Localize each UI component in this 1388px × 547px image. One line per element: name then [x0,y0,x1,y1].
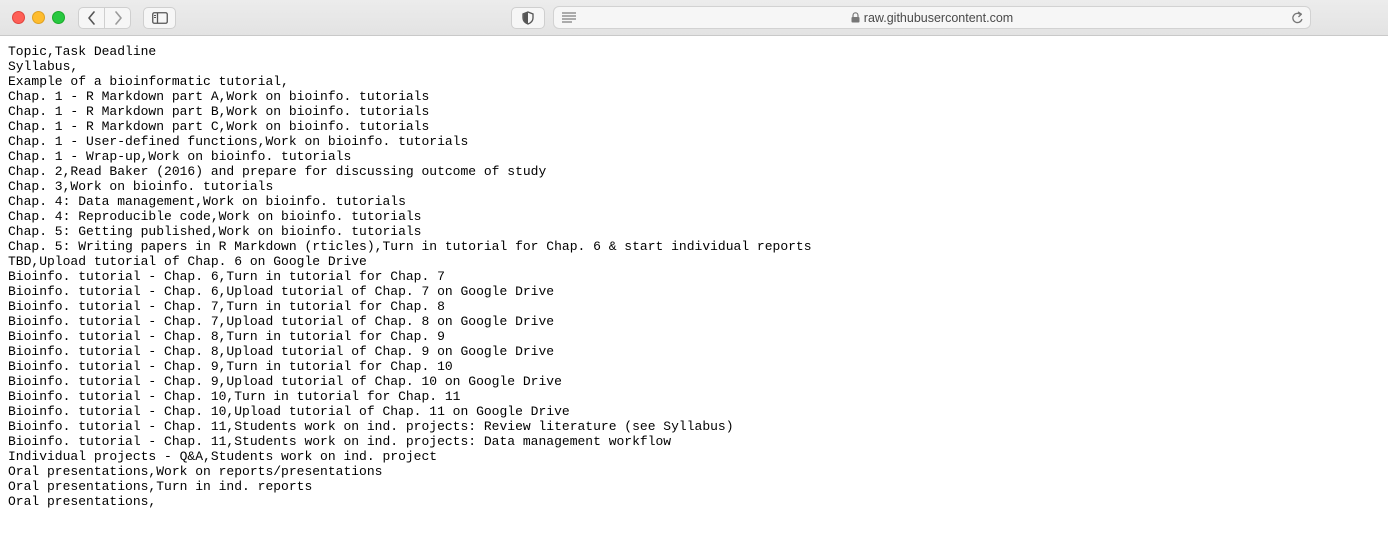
text-line: Chap. 2,Read Baker (2016) and prepare fo… [8,164,547,179]
sidebar-icon [151,12,168,24]
reload-icon[interactable] [1291,11,1304,25]
text-line: Bioinfo. tutorial - Chap. 7,Upload tutor… [8,314,555,329]
text-line: Chap. 4: Data management,Work on bioinfo… [8,194,406,209]
text-line: Chap. 1 - R Markdown part A,Work on bioi… [8,89,430,104]
text-line: Chap. 5: Writing papers in R Markdown (r… [8,239,812,254]
text-line: Individual projects - Q&A,Students work … [8,449,438,464]
window-minimize-button[interactable] [32,11,45,24]
raw-text-content: Topic,Task Deadline Syllabus, Example of… [8,44,1380,509]
browser-toolbar: raw.githubusercontent.com [0,0,1388,36]
back-button[interactable] [78,7,105,29]
text-line: Bioinfo. tutorial - Chap. 11,Students wo… [8,434,672,449]
window-zoom-button[interactable] [52,11,65,24]
address-bar[interactable]: raw.githubusercontent.com [553,6,1311,29]
text-line: Bioinfo. tutorial - Chap. 9,Turn in tuto… [8,359,453,374]
text-line: Bioinfo. tutorial - Chap. 8,Upload tutor… [8,344,555,359]
text-line: Chap. 5: Getting published,Work on bioin… [8,224,422,239]
text-line: Chap. 4: Reproducible code,Work on bioin… [8,209,422,224]
sidebar-toggle-button[interactable] [143,7,176,29]
lock-icon [851,12,860,23]
text-line: TBD,Upload tutorial of Chap. 6 on Google… [8,254,367,269]
text-line: Oral presentations,Turn in ind. reports [8,479,313,494]
text-line: Chap. 1 - Wrap-up,Work on bioinfo. tutor… [8,149,352,164]
text-line: Bioinfo. tutorial - Chap. 7,Turn in tuto… [8,299,445,314]
text-line: Topic,Task Deadline [8,44,157,59]
text-line: Chap. 3,Work on bioinfo. tutorials [8,179,274,194]
url-text: raw.githubusercontent.com [863,10,1014,25]
window-close-button[interactable] [12,11,25,24]
text-line: Chap. 1 - R Markdown part C,Work on bioi… [8,119,430,134]
shield-icon [522,11,534,25]
text-line: Bioinfo. tutorial - Chap. 6,Turn in tuto… [8,269,445,284]
text-line: Example of a bioinformatic tutorial, [8,74,289,89]
text-line: Bioinfo. tutorial - Chap. 10,Turn in tut… [8,389,461,404]
text-line: Bioinfo. tutorial - Chap. 11,Students wo… [8,419,734,434]
text-line: Chap. 1 - User-defined functions,Work on… [8,134,469,149]
text-line: Bioinfo. tutorial - Chap. 9,Upload tutor… [8,374,562,389]
privacy-report-button[interactable] [511,7,545,29]
text-line: Syllabus, [8,59,79,74]
text-line: Oral presentations, [8,494,157,509]
forward-button[interactable] [104,7,131,29]
chevron-left-icon [87,11,95,25]
text-line: Bioinfo. tutorial - Chap. 6,Upload tutor… [8,284,555,299]
url-display: raw.githubusercontent.com [554,7,1310,28]
text-line: Oral presentations,Work on reports/prese… [8,464,383,479]
text-line: Bioinfo. tutorial - Chap. 8,Turn in tuto… [8,329,445,344]
text-line: Chap. 1 - R Markdown part B,Work on bioi… [8,104,430,119]
text-line: Bioinfo. tutorial - Chap. 10,Upload tuto… [8,404,570,419]
chevron-right-icon [114,11,122,25]
